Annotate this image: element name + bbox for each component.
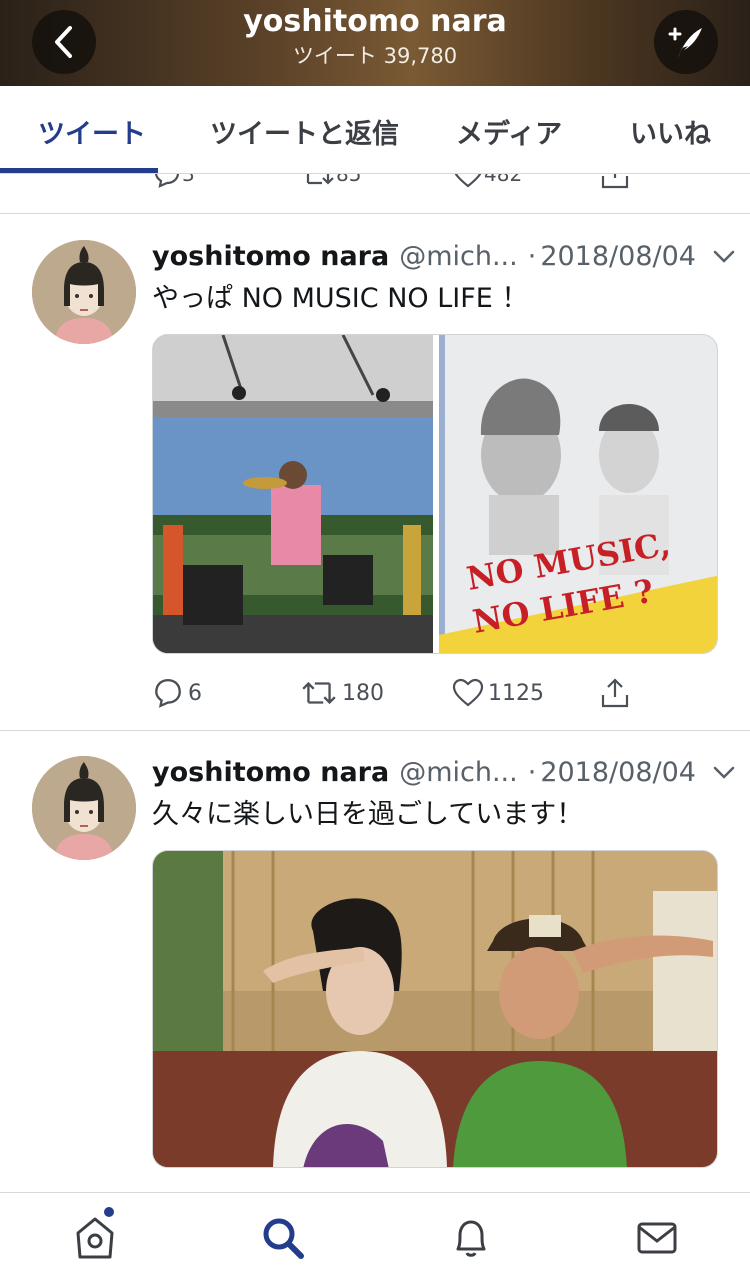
retweet-icon bbox=[302, 681, 336, 705]
tweet-actions: 6 180 1125 bbox=[0, 668, 750, 718]
home-icon bbox=[76, 1217, 114, 1259]
like-count: 482 bbox=[484, 174, 523, 186]
profile-title: yoshitomo nara bbox=[243, 4, 507, 39]
chevron-down-icon[interactable] bbox=[712, 244, 736, 268]
retweet-button[interactable]: 85 bbox=[300, 174, 361, 192]
mail-icon bbox=[637, 1222, 677, 1254]
tab-tweets[interactable]: ツイート bbox=[38, 112, 146, 151]
separator: · bbox=[527, 756, 537, 788]
nav-home[interactable] bbox=[70, 1213, 120, 1263]
tweet[interactable]: yoshitomo nara @mich... · 2018/08/04 やっぱ… bbox=[0, 236, 750, 730]
tweet-count: ツイート 39,780 bbox=[292, 44, 458, 68]
tweet-header: yoshitomo nara @mich... · 2018/08/04 bbox=[152, 236, 732, 276]
retweet-count: 85 bbox=[336, 174, 362, 186]
reply-count: 6 bbox=[188, 680, 202, 706]
reply-icon bbox=[155, 679, 181, 708]
heart-icon bbox=[452, 678, 484, 707]
active-tab-indicator bbox=[0, 168, 158, 173]
compose-quill-icon bbox=[668, 27, 702, 58]
stage-photo[interactable] bbox=[153, 335, 433, 654]
retweet-count: 180 bbox=[342, 680, 384, 706]
tweet-media[interactable]: NO MUSIC, NO LIFE ? bbox=[152, 334, 718, 654]
tweet[interactable]: yoshitomo nara @mich... · 2018/08/04 久々に… bbox=[0, 752, 750, 1192]
tab-tweets-and-replies[interactable]: ツイートと返信 bbox=[210, 112, 399, 151]
author-handle[interactable]: @mich... bbox=[399, 241, 518, 272]
avatar[interactable] bbox=[32, 240, 136, 344]
share-button[interactable] bbox=[600, 174, 630, 192]
tweet-header: yoshitomo nara @mich... · 2018/08/04 bbox=[152, 752, 732, 792]
tweet-date: 2018/08/04 bbox=[540, 756, 696, 788]
reply-button[interactable]: 3 bbox=[152, 174, 195, 192]
tab-media[interactable]: メディア bbox=[456, 112, 562, 151]
tweet-text: 久々に楽しい日を過ごしています！ bbox=[152, 799, 584, 830]
share-icon bbox=[601, 174, 629, 189]
reply-icon bbox=[154, 174, 180, 188]
search-icon bbox=[263, 1218, 304, 1259]
reply-button[interactable]: 6 bbox=[152, 668, 202, 718]
tweet-date: 2018/08/04 bbox=[540, 240, 696, 272]
nav-search[interactable] bbox=[258, 1213, 308, 1263]
author-name[interactable]: yoshitomo nara bbox=[152, 757, 389, 788]
share-button[interactable] bbox=[600, 668, 630, 718]
like-button[interactable]: 482 bbox=[452, 174, 522, 192]
profile-tabs: ツイート ツイートと返信 メディア いいね bbox=[0, 86, 750, 174]
nav-notifications[interactable] bbox=[446, 1213, 496, 1263]
author-name[interactable]: yoshitomo nara bbox=[152, 241, 389, 272]
retweet-icon bbox=[306, 174, 334, 185]
selfie-photo[interactable] bbox=[153, 851, 718, 1168]
notification-dot bbox=[104, 1207, 114, 1217]
reply-count: 3 bbox=[182, 174, 195, 186]
author-handle[interactable]: @mich... bbox=[399, 757, 518, 788]
bottom-navigation bbox=[0, 1192, 750, 1274]
bell-icon bbox=[456, 1220, 486, 1257]
poster-photo[interactable]: NO MUSIC, NO LIFE ? bbox=[439, 335, 718, 654]
tab-likes[interactable]: いいね bbox=[630, 112, 711, 151]
nav-messages[interactable] bbox=[632, 1213, 682, 1263]
like-count: 1125 bbox=[488, 680, 544, 706]
like-button[interactable]: 1125 bbox=[452, 668, 544, 718]
compose-button[interactable] bbox=[654, 10, 718, 74]
heart-icon bbox=[454, 174, 482, 188]
chevron-down-icon[interactable] bbox=[712, 760, 736, 784]
previous-tweet-actions: 3 85 482 bbox=[0, 174, 750, 214]
tweet-media[interactable] bbox=[152, 850, 718, 1168]
retweet-button[interactable]: 180 bbox=[300, 668, 384, 718]
tweet-text: やっぱ NO MUSIC NO LIFE ！ bbox=[152, 283, 529, 314]
share-icon bbox=[601, 678, 629, 708]
avatar-illustration bbox=[32, 756, 136, 860]
avatar[interactable] bbox=[32, 756, 136, 860]
avatar-illustration bbox=[32, 240, 136, 344]
profile-header: yoshitomo nara ツイート 39,780 bbox=[0, 0, 750, 86]
tweet-divider bbox=[0, 730, 750, 731]
separator: · bbox=[527, 240, 537, 272]
